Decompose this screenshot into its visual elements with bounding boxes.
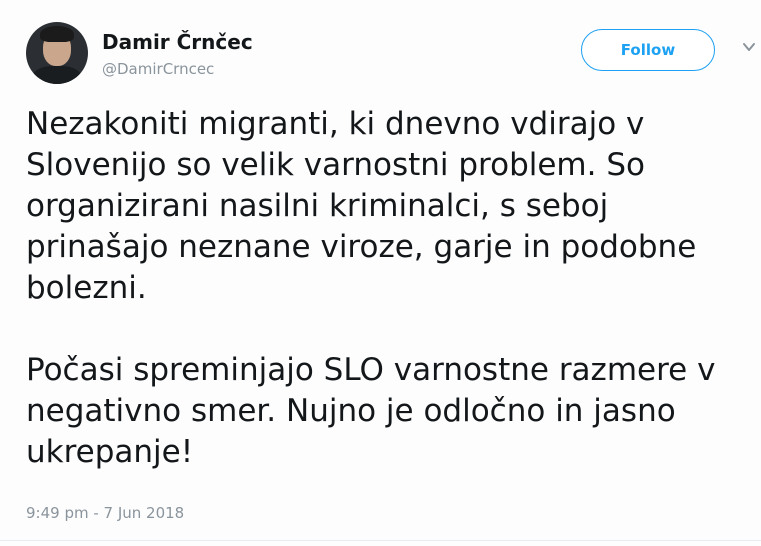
author-handle[interactable]: @DamirCrncec (102, 60, 214, 78)
tweet-line: negativno smer. Nujno je odločno in jasn… (26, 393, 676, 429)
chevron-down-icon[interactable] (740, 38, 758, 56)
tweet-line: bolezni. (26, 270, 147, 306)
avatar-hair (40, 26, 74, 42)
tweet-paragraph-2: Počasi spreminjajo SLO varnostne razmere… (26, 350, 746, 473)
tweet-line: Slovenijo so velik varnostni problem. So (26, 147, 645, 183)
avatar-shirt (32, 66, 82, 84)
tweet-paragraph-1: Nezakoniti migranti, ki dnevno vdirajo v… (26, 104, 746, 309)
tweet-text: Nezakoniti migranti, ki dnevno vdirajo v… (26, 104, 746, 473)
tweet-timestamp[interactable]: 9:49 pm - 7 Jun 2018 (26, 504, 184, 522)
tweet-line: prinašajo neznane viroze, garje in podob… (26, 229, 697, 265)
tweet-line: organizirani nasilni kriminalci, s seboj (26, 188, 609, 224)
tweet-card: Damir Črnčec @DamirCrncec Follow Nezakon… (0, 0, 761, 546)
tweet-line: ukrepanje! (26, 434, 194, 470)
divider (0, 540, 761, 541)
tweet-line: Nezakoniti migranti, ki dnevno vdirajo v (26, 106, 645, 142)
tweet-line: Počasi spreminjajo SLO varnostne razmere… (26, 352, 716, 388)
tweet-header: Damir Črnčec @DamirCrncec Follow (26, 22, 755, 86)
avatar[interactable] (26, 22, 88, 84)
author-display-name[interactable]: Damir Črnčec (102, 30, 253, 54)
follow-button[interactable]: Follow (581, 29, 715, 71)
